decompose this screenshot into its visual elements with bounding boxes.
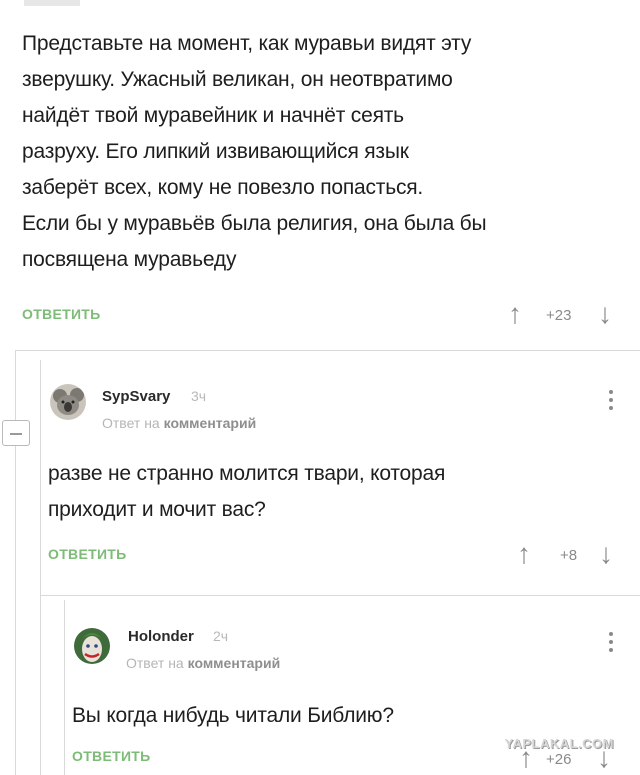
down-arrow-icon[interactable]: ↓ bbox=[598, 300, 612, 328]
reply-button[interactable]: ОТВЕТИТЬ bbox=[22, 306, 101, 322]
comment-score: +26 bbox=[546, 751, 572, 768]
username[interactable]: SypSvary bbox=[102, 388, 170, 405]
koala-avatar-icon bbox=[50, 384, 86, 420]
avatar[interactable] bbox=[74, 628, 110, 664]
collapse-thread-button[interactable] bbox=[2, 420, 30, 446]
comment-2-text: разве не странно молится твари, которая … bbox=[48, 462, 446, 521]
vertical-dots-icon[interactable] bbox=[609, 632, 613, 656]
reply-to-comment-link[interactable]: комментарий bbox=[164, 415, 257, 431]
comment-score: +23 bbox=[546, 307, 572, 324]
reply-button[interactable]: ОТВЕТИТЬ bbox=[72, 748, 151, 764]
comment-3-text: Вы когда нибудь читали Библию? bbox=[72, 704, 394, 727]
reply-button[interactable]: ОТВЕТИТЬ bbox=[48, 546, 127, 562]
reply-to-comment-link[interactable]: комментарий bbox=[188, 655, 281, 671]
reply-to-prefix: Ответ на bbox=[102, 415, 160, 431]
thread-line-level2 bbox=[40, 360, 41, 775]
thread-line-level1 bbox=[15, 350, 16, 775]
comment-score: +8 bbox=[560, 547, 578, 564]
comment-time: 2ч bbox=[213, 628, 229, 644]
joker-avatar-icon bbox=[74, 628, 110, 664]
top-edge-fragment bbox=[24, 0, 80, 6]
down-arrow-icon[interactable]: ↓ bbox=[599, 540, 613, 568]
up-arrow-icon[interactable]: ↑ bbox=[517, 540, 531, 568]
comment-time: 3ч bbox=[191, 388, 207, 404]
reply-to-line: Ответ на комментарий bbox=[102, 415, 256, 431]
avatar[interactable] bbox=[50, 384, 86, 420]
comment-1-text: Представьте на момент, как муравьи видят… bbox=[22, 32, 487, 271]
up-arrow-icon[interactable]: ↑ bbox=[508, 300, 522, 328]
thread-divider-2 bbox=[40, 595, 640, 596]
watermark: YAPLAKAL.COM bbox=[504, 736, 614, 751]
username[interactable]: Holonder bbox=[128, 628, 194, 645]
vertical-dots-icon[interactable] bbox=[609, 390, 613, 414]
reply-to-prefix: Ответ на bbox=[126, 655, 184, 671]
thread-line-level3 bbox=[64, 600, 65, 775]
thread-divider-1 bbox=[15, 350, 640, 351]
reply-to-line: Ответ на комментарий bbox=[126, 655, 280, 671]
